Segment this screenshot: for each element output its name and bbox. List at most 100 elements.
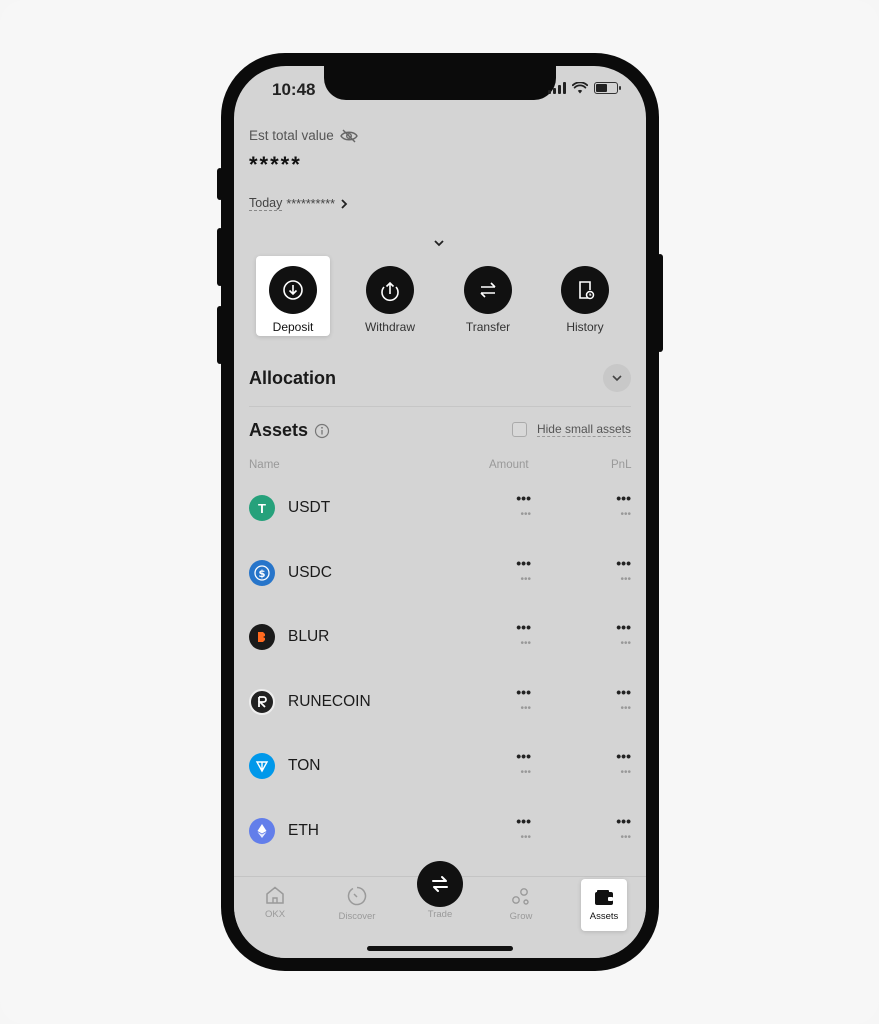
tab-grow[interactable]: Grow xyxy=(498,885,544,922)
hide-small-assets-checkbox[interactable] xyxy=(511,422,527,437)
quick-actions: Deposit Withdraw Transfer History xyxy=(256,256,626,338)
svg-text:$: $ xyxy=(259,569,266,580)
usdt-coin-icon: T xyxy=(249,495,275,521)
amount-main: ••• xyxy=(516,490,531,506)
arrow-down-circle-icon xyxy=(269,266,317,314)
asset-name: USDT xyxy=(288,499,331,516)
usdc-coin-icon: $ xyxy=(249,560,275,586)
pnl-main: ••• xyxy=(616,490,631,506)
hide-small-assets-label: Hide small assets xyxy=(536,422,631,437)
asset-name: USDC xyxy=(288,564,332,581)
amount-main: ••• xyxy=(516,813,531,829)
today-label: Today xyxy=(249,196,283,211)
eth-coin-icon xyxy=(249,818,275,844)
amount-main: ••• xyxy=(516,684,531,700)
trade-swap-icon[interactable] xyxy=(417,861,463,907)
hide-small-assets-toggle[interactable]: Hide small assets xyxy=(511,422,631,437)
amount-value: ••• ••• xyxy=(491,620,531,650)
tab-okx[interactable]: OKX xyxy=(252,885,298,920)
asset-row-usdc[interactable]: $ USDC ••• ••• ••• ••• xyxy=(249,546,631,602)
asset-row-usdt[interactable]: T USDT ••• ••• ••• ••• xyxy=(249,481,631,537)
history-label: History xyxy=(566,320,604,334)
pnl-value: ••• ••• xyxy=(591,814,631,844)
amount-value: ••• ••• xyxy=(491,814,531,844)
asset-row-eth[interactable]: ETH ••• ••• ••• ••• xyxy=(249,804,631,860)
amount-main: ••• xyxy=(516,748,531,764)
est-total-value: ***** xyxy=(249,152,302,177)
pnl-main: ••• xyxy=(616,619,631,635)
pnl-value: ••• ••• xyxy=(591,749,631,779)
ton-coin-icon xyxy=(249,753,275,779)
grow-icon xyxy=(512,888,529,905)
pnl-value: ••• ••• xyxy=(591,491,631,521)
deposit-button[interactable]: Deposit xyxy=(256,256,330,336)
divider xyxy=(249,406,631,407)
asset-row-ton[interactable]: TON ••• ••• ••• ••• xyxy=(249,739,631,795)
arrow-up-circle-icon xyxy=(366,266,414,314)
tab-okx-label: OKX xyxy=(264,909,286,920)
withdraw-button[interactable]: Withdraw xyxy=(353,256,427,336)
wallet-icon xyxy=(595,889,613,905)
home-icon xyxy=(266,886,284,904)
chevron-down-icon xyxy=(612,375,622,382)
home-indicator xyxy=(367,946,513,951)
assets-title-text: Assets xyxy=(249,420,309,440)
est-total-value-label: Est total value xyxy=(249,128,358,143)
history-button[interactable]: History xyxy=(548,256,622,336)
tab-discover[interactable]: Discover xyxy=(334,885,380,922)
asset-row-blur[interactable]: BLUR ••• ••• ••• ••• xyxy=(249,610,631,666)
phone-screen: 10:48 Est total value ***** Today ******… xyxy=(234,66,646,958)
chevron-down-icon[interactable] xyxy=(432,236,446,250)
amount-sub: ••• xyxy=(520,638,531,649)
asset-name: BLUR xyxy=(288,628,330,645)
battery-icon xyxy=(594,82,621,94)
notch xyxy=(324,66,556,100)
runecoin-coin-icon xyxy=(249,689,275,715)
amount-sub: ••• xyxy=(520,832,531,843)
asset-name: RUNECOIN xyxy=(288,693,371,710)
status-time: 10:48 xyxy=(272,80,316,99)
tab-grow-label: Grow xyxy=(509,911,533,922)
amount-value: ••• ••• xyxy=(491,491,531,521)
amount-sub: ••• xyxy=(520,509,531,520)
tab-assets[interactable]: Assets xyxy=(581,879,627,931)
today-pnl[interactable]: Today ********** xyxy=(249,196,349,211)
allocation-title: Allocation xyxy=(249,368,337,388)
signal-icon xyxy=(548,82,566,94)
discover-icon xyxy=(347,886,367,906)
pnl-sub: ••• xyxy=(620,767,631,778)
column-pnl: PnL xyxy=(611,459,632,471)
swap-arrows-icon xyxy=(464,266,512,314)
amount-sub: ••• xyxy=(520,574,531,585)
allocation-expand-button[interactable] xyxy=(603,364,631,392)
column-name: Name xyxy=(249,459,280,471)
chevron-right-icon xyxy=(341,198,348,209)
assets-title: Assets xyxy=(249,420,330,441)
pnl-value: ••• ••• xyxy=(591,685,631,715)
transfer-button[interactable]: Transfer xyxy=(451,256,525,336)
tab-assets-label: Assets xyxy=(589,910,619,922)
pnl-main: ••• xyxy=(616,555,631,571)
amount-main: ••• xyxy=(516,555,531,571)
info-icon[interactable] xyxy=(314,423,330,439)
eye-off-icon[interactable] xyxy=(339,129,358,143)
amount-value: ••• ••• xyxy=(491,685,531,715)
deposit-label: Deposit xyxy=(272,320,314,334)
pnl-main: ••• xyxy=(616,684,631,700)
amount-value: ••• ••• xyxy=(491,749,531,779)
pnl-value: ••• ••• xyxy=(591,556,631,586)
transfer-label: Transfer xyxy=(465,320,511,334)
amount-sub: ••• xyxy=(520,767,531,778)
pnl-sub: ••• xyxy=(620,574,631,585)
tab-trade-label: Trade xyxy=(427,909,453,920)
pnl-main: ••• xyxy=(616,813,631,829)
withdraw-label: Withdraw xyxy=(364,320,415,334)
blur-coin-icon xyxy=(249,624,275,650)
amount-main: ••• xyxy=(516,619,531,635)
pnl-sub: ••• xyxy=(620,509,631,520)
amount-value: ••• ••• xyxy=(491,556,531,586)
pnl-sub: ••• xyxy=(620,832,631,843)
tab-discover-label: Discover xyxy=(338,911,376,922)
history-doc-icon xyxy=(561,266,609,314)
asset-row-runecoin[interactable]: RUNECOIN ••• ••• ••• ••• xyxy=(249,675,631,731)
